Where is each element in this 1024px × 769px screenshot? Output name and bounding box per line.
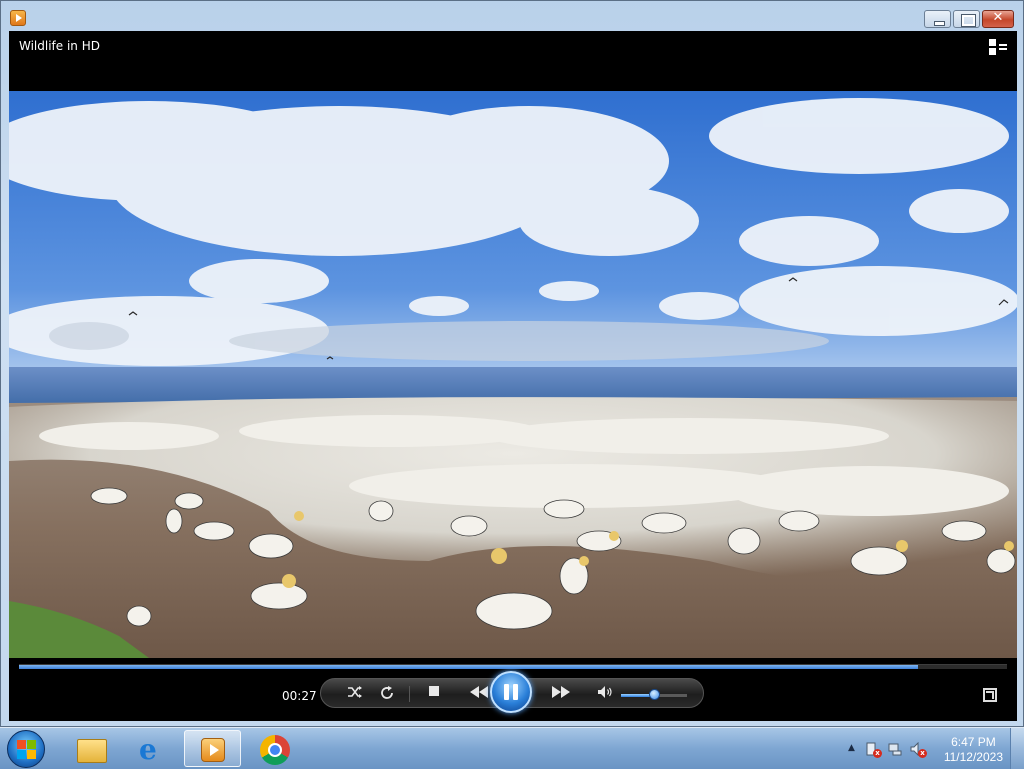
- clock-date: 11/12/2023: [943, 750, 1003, 764]
- notification-area: ▲ x x 6:47 PM 11/12/2023: [834, 728, 1024, 769]
- seek-bar[interactable]: [19, 664, 1007, 669]
- next-button[interactable]: [547, 685, 575, 703]
- taskbar-item-chrome[interactable]: [245, 730, 302, 767]
- volume-icon[interactable]: x: [910, 741, 927, 758]
- taskbar: e ▲ x x 6:47 PM 11/12/2023: [0, 727, 1024, 769]
- show-hidden-icons-button[interactable]: ▲: [848, 743, 855, 753]
- clock-time: 6:47 PM: [951, 735, 996, 749]
- mute-button[interactable]: [595, 685, 615, 703]
- media-player-icon: [201, 738, 225, 762]
- chrome-icon: [260, 735, 290, 765]
- taskbar-item-media-player[interactable]: [184, 730, 241, 767]
- windows-logo-part: [27, 750, 36, 759]
- control-separator: [409, 686, 410, 702]
- windows-logo-icon: [17, 740, 26, 749]
- start-button[interactable]: [7, 730, 45, 768]
- play-pause-button[interactable]: [490, 671, 532, 713]
- folder-icon: [77, 739, 107, 763]
- volume-slider-thumb[interactable]: [649, 689, 660, 700]
- elapsed-time: 00:27: [282, 689, 317, 703]
- rewind-icon: [470, 686, 488, 698]
- fast-forward-icon: [552, 686, 570, 698]
- system-clock[interactable]: 6:47 PM 11/12/2023: [944, 735, 1003, 765]
- action-center-icon[interactable]: x: [865, 741, 882, 758]
- windows-logo-part: [27, 740, 36, 749]
- speaker-icon: [598, 686, 612, 698]
- close-icon: ✕: [992, 10, 1004, 25]
- network-icon[interactable]: [888, 741, 902, 756]
- seek-bar-progress: [19, 665, 919, 669]
- media-player-app-icon[interactable]: [10, 10, 26, 26]
- ie-icon: e: [139, 733, 157, 766]
- show-desktop-button[interactable]: [1010, 728, 1024, 769]
- shuffle-icon: [348, 686, 362, 698]
- video-scene-image: [9, 98, 1017, 658]
- switch-to-library-icon[interactable]: [989, 39, 1007, 55]
- pause-icon-bar: [513, 684, 518, 700]
- repeat-button[interactable]: [377, 685, 397, 703]
- taskbar-item-internet-explorer[interactable]: e: [122, 730, 179, 767]
- media-title: Wildlife in HD: [19, 39, 100, 53]
- title-bar[interactable]: ✕: [1, 1, 1023, 31]
- maximize-icon: [961, 14, 976, 27]
- shuffle-button[interactable]: [345, 685, 365, 703]
- video-frame[interactable]: [9, 91, 1017, 658]
- now-playing-area: Wildlife in HD 00:27: [9, 31, 1017, 721]
- window-controls: ✕: [922, 10, 1014, 28]
- minimize-icon: [934, 21, 945, 26]
- maximize-button[interactable]: [953, 10, 980, 28]
- taskbar-item-explorer[interactable]: [60, 730, 117, 767]
- close-button[interactable]: ✕: [982, 10, 1014, 28]
- stop-icon: [429, 686, 439, 696]
- previous-button[interactable]: [465, 685, 493, 703]
- repeat-icon: [381, 686, 393, 699]
- pause-icon: [504, 684, 509, 700]
- windows-logo-part: [17, 750, 26, 759]
- minimize-button[interactable]: [924, 10, 951, 28]
- media-player-window: ✕ Wildlife in HD 00:27: [0, 0, 1024, 727]
- fullscreen-icon[interactable]: [983, 688, 997, 702]
- stop-button[interactable]: [424, 685, 444, 703]
